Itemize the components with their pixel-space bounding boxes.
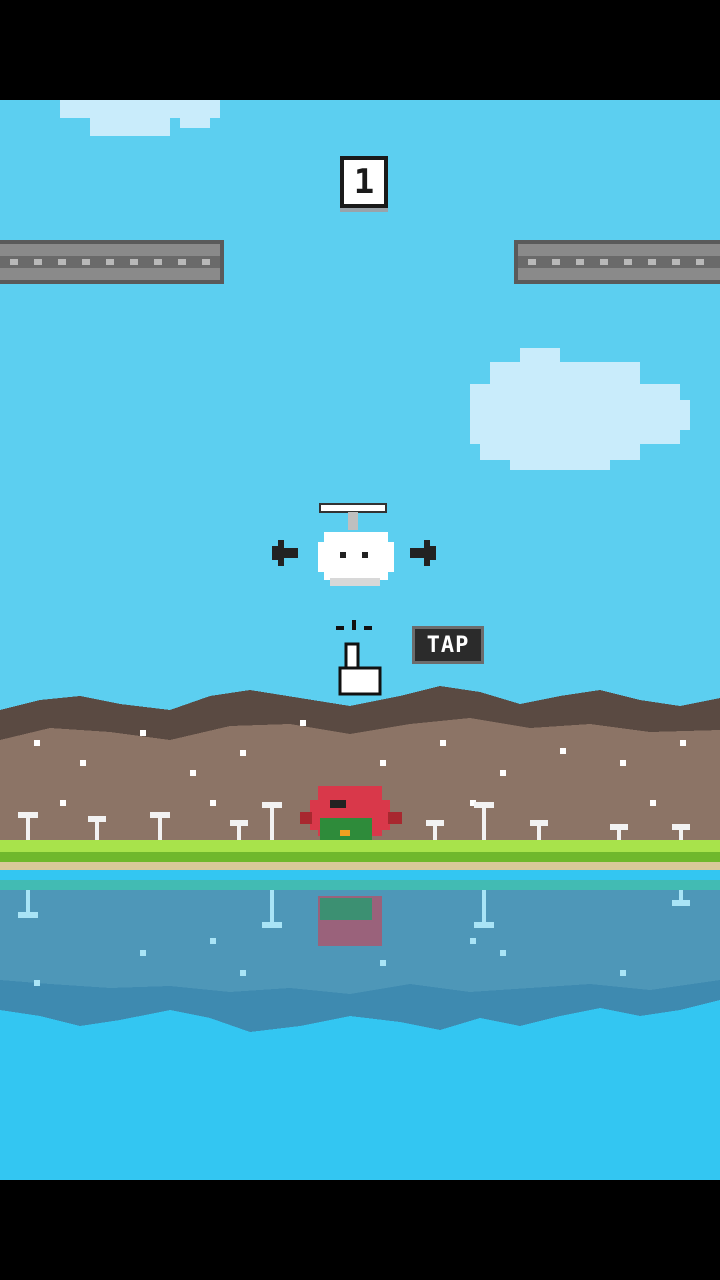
top-letterbox — [0, 0, 720, 100]
tap-instruction-label: TAP — [412, 626, 484, 664]
score-value: 1 — [353, 162, 375, 202]
bottom-letterbox — [0, 1180, 720, 1280]
tap-label-text: TAP — [426, 632, 470, 658]
bird-reflection — [318, 896, 382, 946]
grass-strip — [0, 840, 720, 852]
game-canvas[interactable]: 1 TAP — [0, 100, 720, 1180]
game-scene — [0, 100, 720, 1180]
girder-left — [0, 240, 224, 284]
score-counter: 1 — [340, 156, 388, 208]
girder-right — [514, 240, 720, 284]
